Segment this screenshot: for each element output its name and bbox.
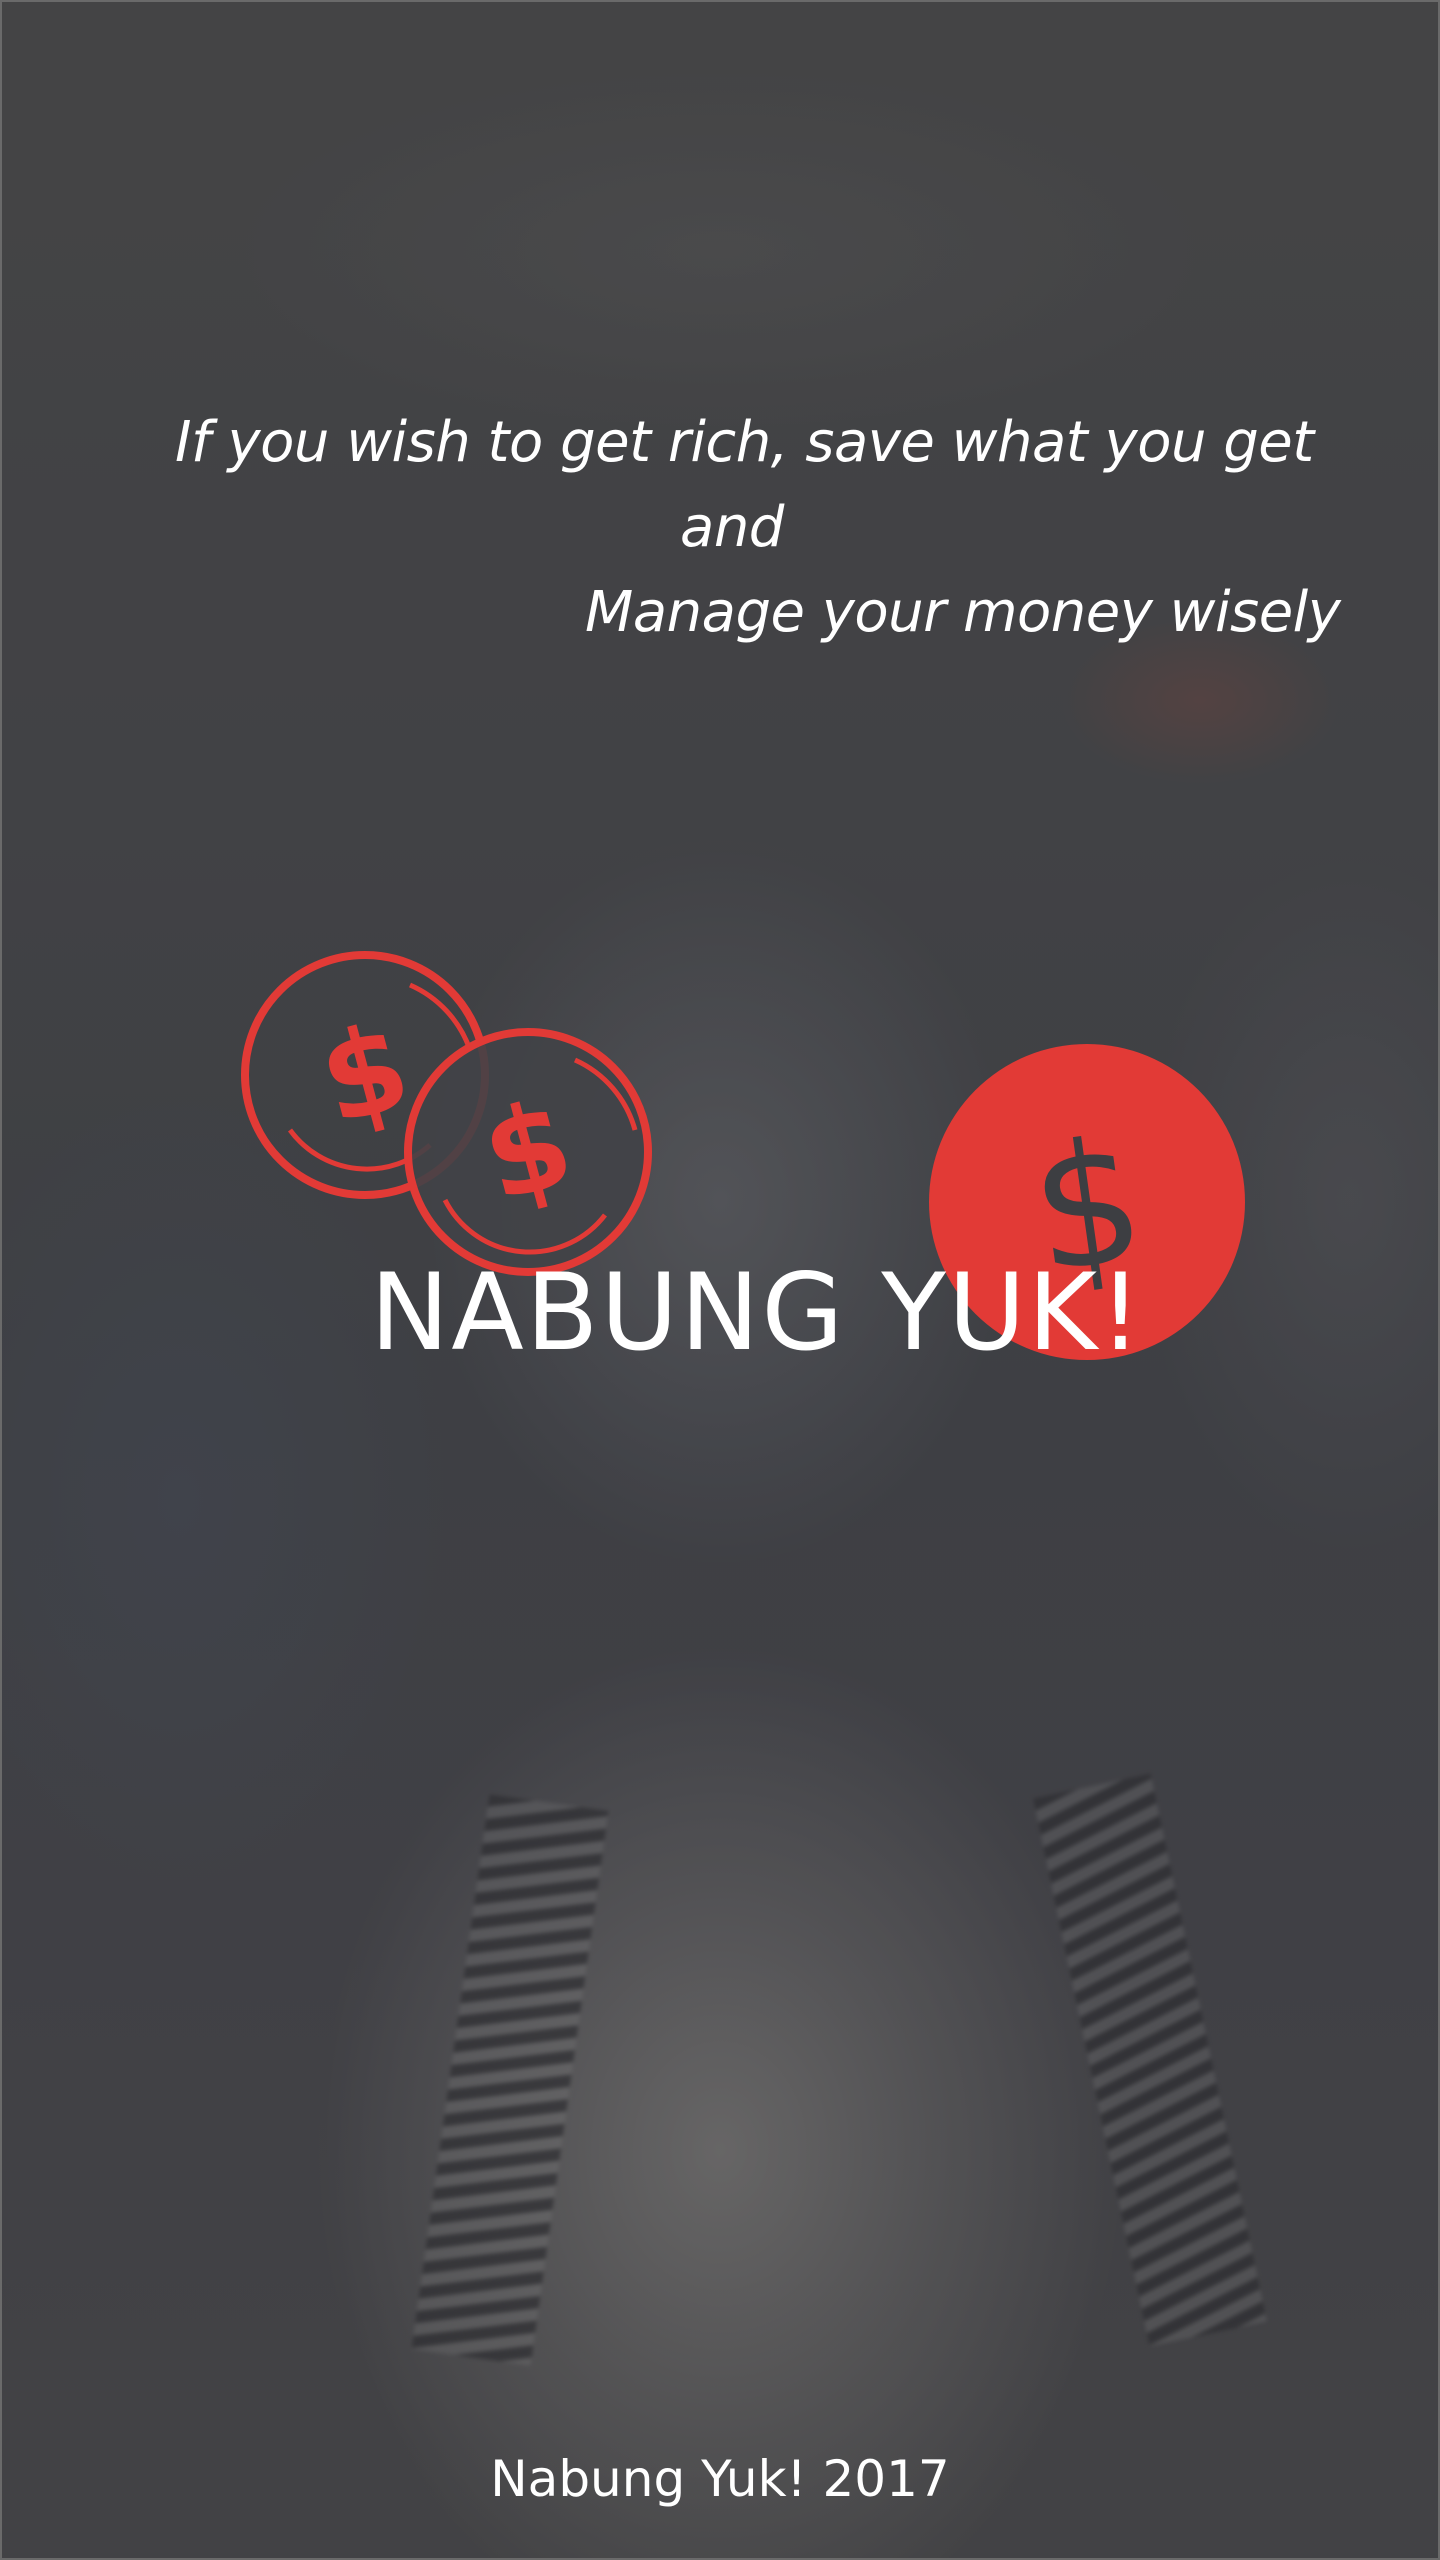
quote-line-2: and	[680, 495, 784, 560]
app-title: NABUNG YUK!	[370, 1251, 1144, 1374]
coin-outline-icon: $	[404, 1028, 652, 1276]
quote-line-1: If you wish to get rich, save what you g…	[175, 410, 1314, 475]
app-logo: $ $ $ NABUNG YUK!	[230, 940, 1250, 1380]
splash-screen: If you wish to get rich, save what you g…	[0, 0, 1440, 2560]
quote-line-3: Manage your money wisely	[585, 580, 1341, 645]
footer-copyright: Nabung Yuk! 2017	[490, 2450, 950, 2508]
motivational-quote: If you wish to get rich, save what you g…	[0, 0, 1440, 700]
coin-dollar-glyph: $	[307, 997, 424, 1153]
